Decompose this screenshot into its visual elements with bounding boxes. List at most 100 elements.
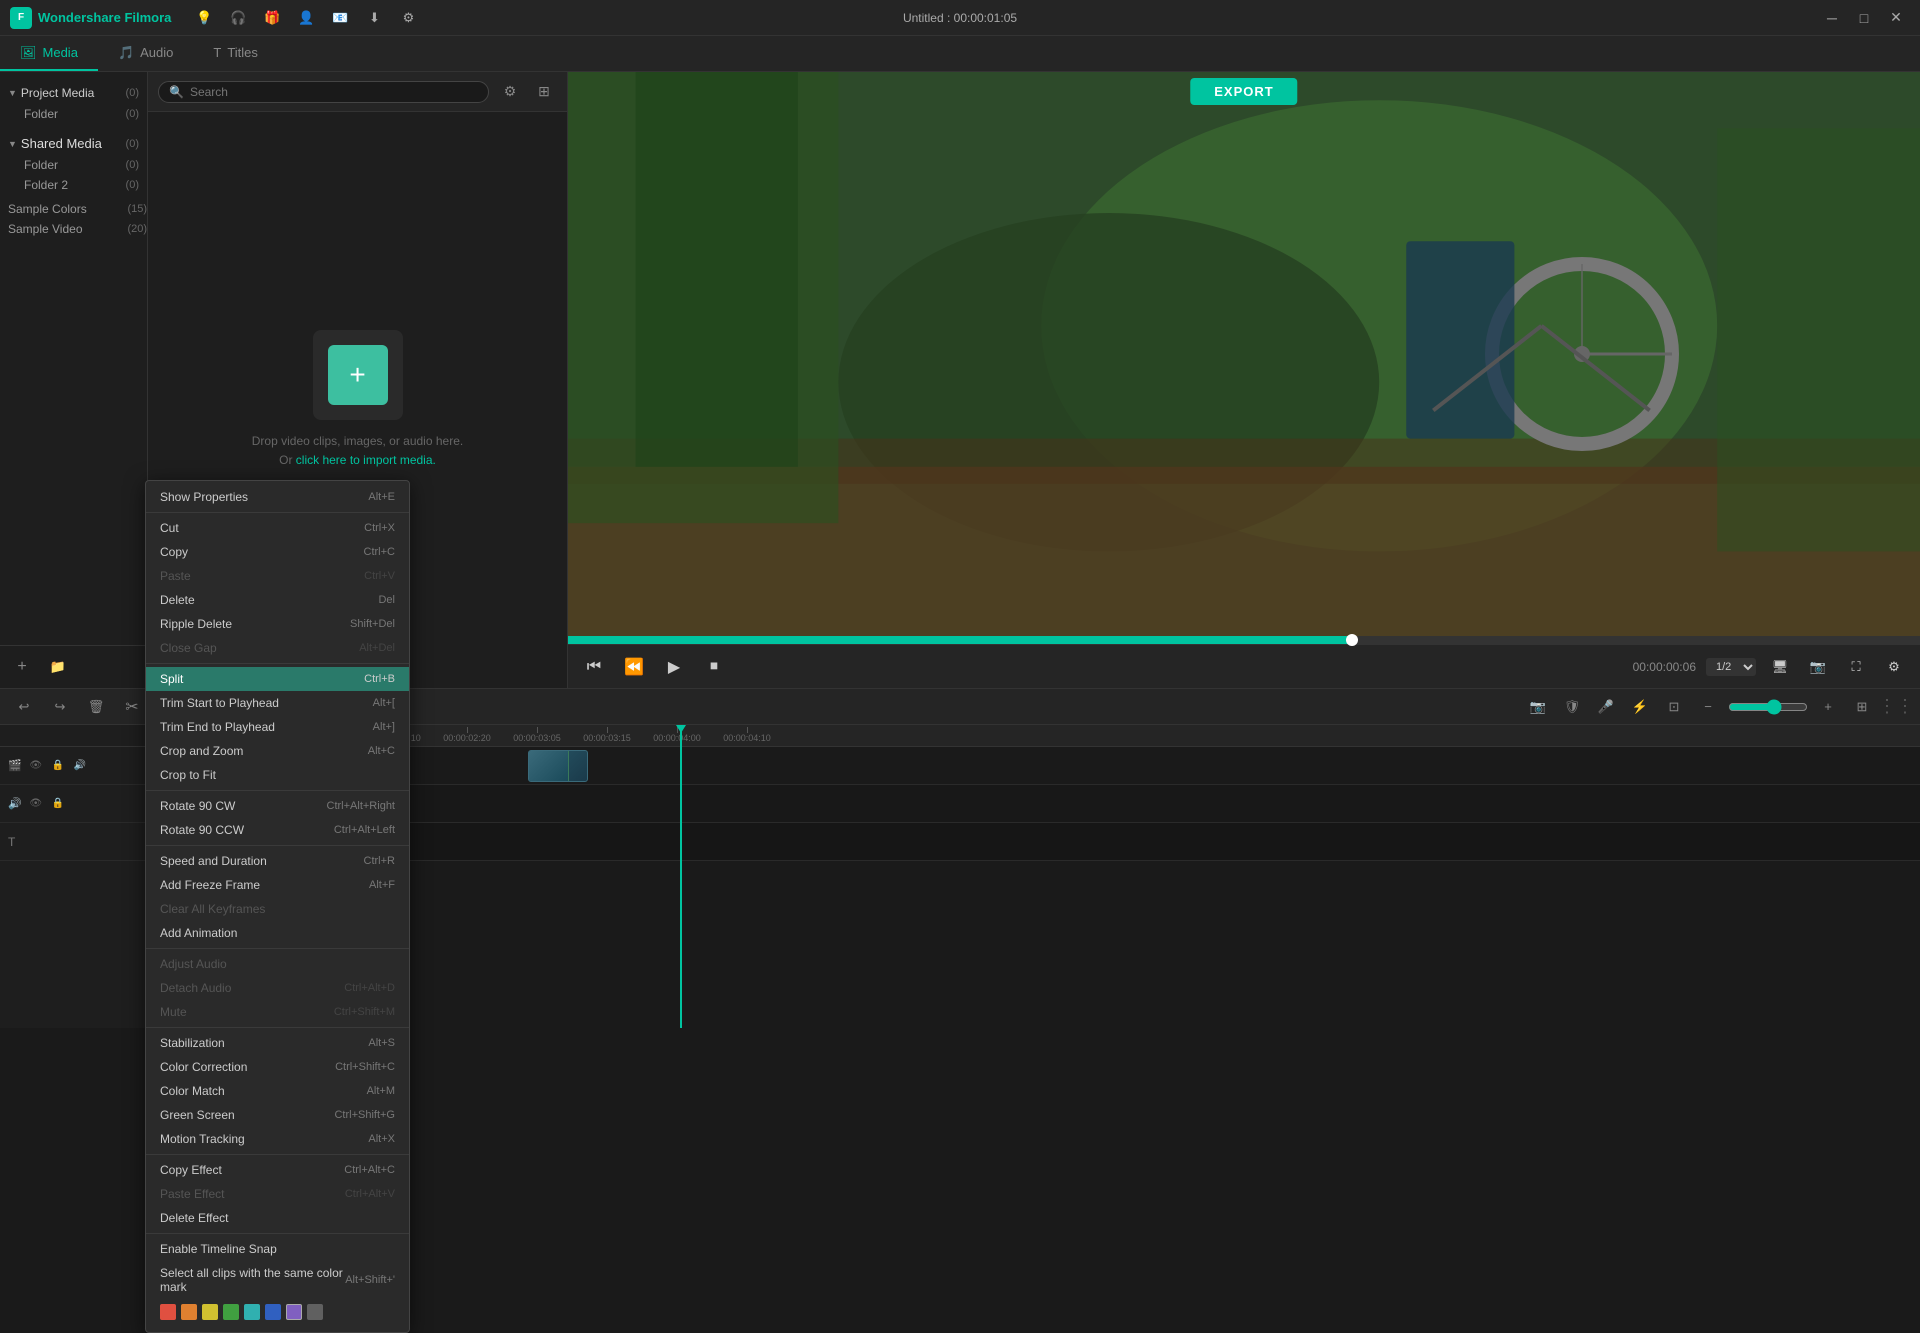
cm-copy-effect[interactable]: Copy Effect Ctrl+Alt+C [146,1158,409,1182]
cm-paste[interactable]: Paste Ctrl+V [146,564,409,588]
tl-plus-zoom[interactable]: + [1814,694,1842,720]
tl-camera-btn[interactable]: 📷 [1524,694,1552,720]
shared-media-section[interactable]: ▼ Shared Media (0) Folder (0) Folder 2 (… [0,128,147,199]
mail-icon[interactable]: 📧 [327,5,353,31]
cm-rotate-ccw[interactable]: Rotate 90 CCW Ctrl+Alt+Left [146,818,409,842]
monitor-btn[interactable]: 🖥 [1766,653,1794,681]
export-button[interactable]: EXPORT [1190,78,1297,105]
audio-lock-btn[interactable]: 🔒 [50,796,66,812]
maximize-button[interactable]: □ [1850,7,1878,29]
video-progress-bar[interactable] [568,636,1920,644]
folder-add-btn[interactable]: 📁 [44,654,72,680]
cm-select-color-mark[interactable]: Select all clips with the same color mar… [146,1261,409,1299]
cm-color-match[interactable]: Color Match Alt+M [146,1079,409,1103]
cm-cut[interactable]: Cut Ctrl+X [146,516,409,540]
settings2-btn[interactable]: ⚙ [1880,653,1908,681]
swatch-purple[interactable] [286,1304,302,1320]
user-icon[interactable]: 👤 [293,5,319,31]
cm-green-screen[interactable]: Green Screen Ctrl+Shift+G [146,1103,409,1127]
swatch-teal[interactable] [244,1304,260,1320]
fullscreen-btn[interactable]: ⛶ [1842,653,1870,681]
tab-titles[interactable]: T Titles [193,36,278,71]
add-media-btn[interactable]: + [8,654,36,680]
play-btn[interactable]: ▶ [660,653,688,681]
search-box[interactable]: 🔍 [158,81,489,103]
cm-rotate-cw[interactable]: Rotate 90 CW Ctrl+Alt+Right [146,794,409,818]
cm-detach-audio[interactable]: Detach Audio Ctrl+Alt+D [146,976,409,1000]
grid-view-btn[interactable]: ⊞ [531,79,557,105]
cm-show-properties[interactable]: Show Properties Alt+E [146,485,409,509]
frame-back-btn[interactable]: ⏪ [620,653,648,681]
quality-selector[interactable]: 1/2 1/4 Full [1706,658,1756,676]
cm-split[interactable]: Split Ctrl+B [146,667,409,691]
delete-tl-btn[interactable]: 🗑 [82,694,110,720]
cm-enable-snap[interactable]: Enable Timeline Snap [146,1237,409,1261]
sample-video-item[interactable]: Sample Video (20) [0,219,147,239]
headphone-icon[interactable]: 🎧 [225,5,251,31]
cm-ripple-delete[interactable]: Ripple Delete Shift+Del [146,612,409,636]
import-link[interactable]: click here to import media. [296,453,436,467]
cm-color-correction[interactable]: Color Correction Ctrl+Shift+C [146,1055,409,1079]
audio-eye-btn[interactable]: 👁 [28,796,44,812]
minimize-button[interactable]: ─ [1818,7,1846,29]
video-lock-btn[interactable]: 🔒 [50,758,66,774]
tl-fit-btn[interactable]: ⊞ [1848,694,1876,720]
cm-trim-end[interactable]: Trim End to Playhead Alt+] [146,715,409,739]
cm-trim-start[interactable]: Trim Start to Playhead Alt+[ [146,691,409,715]
cm-freeze-frame[interactable]: Add Freeze Frame Alt+F [146,873,409,897]
screenshot-btn[interactable]: 📷 [1804,653,1832,681]
swatch-blue[interactable] [265,1304,281,1320]
sample-colors-item[interactable]: Sample Colors (15) [0,199,147,219]
zoom-slider[interactable] [1728,699,1808,715]
cm-stabilization[interactable]: Stabilization Alt+S [146,1031,409,1055]
swatch-gray[interactable] [307,1304,323,1320]
video-clip-2[interactable] [528,750,588,782]
gift-icon[interactable]: 🎁 [259,5,285,31]
cm-crop-zoom[interactable]: Crop and Zoom Alt+C [146,739,409,763]
folder-2-item[interactable]: Folder 2 (0) [8,175,139,195]
tl-crop-btn[interactable]: ⊡ [1660,694,1688,720]
swatch-orange[interactable] [181,1304,197,1320]
folder-item-1[interactable]: Folder (0) [8,104,139,124]
search-input[interactable] [190,85,478,99]
audio-track-row[interactable] [148,785,1920,823]
settings-icon[interactable]: ⚙ [395,5,421,31]
cm-add-animation[interactable]: Add Animation [146,921,409,945]
split-tl-btn[interactable]: ✂ [118,694,146,720]
timeline-handle[interactable] [1346,634,1358,646]
download-icon[interactable]: ⬇ [361,5,387,31]
video-eye-btn[interactable]: 👁 [28,758,44,774]
cm-copy[interactable]: Copy Ctrl+C [146,540,409,564]
swatch-yellow[interactable] [202,1304,218,1320]
text-track-row[interactable] [148,823,1920,861]
close-button[interactable]: ✕ [1882,7,1910,29]
filter-btn[interactable]: ⚙ [497,79,523,105]
skip-back-btn[interactable]: ⏮ [580,653,608,681]
tl-speed-btn[interactable]: ⚡ [1626,694,1654,720]
tab-media[interactable]: 🖼 Media [0,36,98,71]
tab-audio[interactable]: 🎵 Audio [98,36,193,71]
cm-close-gap[interactable]: Close Gap Alt+Del [146,636,409,660]
video-audio-btn[interactable]: 🔊 [72,758,88,774]
redo-btn[interactable]: ↪ [46,694,74,720]
light-icon[interactable]: 💡 [191,5,217,31]
project-media-section[interactable]: ▼ Project Media (0) Folder (0) [0,78,147,128]
tl-shield-btn[interactable]: 🛡 [1558,694,1586,720]
timeline-tracks[interactable]: 00:00:01:05 00:00:01:15 00:00:02:00 [148,725,1920,1028]
swatch-green[interactable] [223,1304,239,1320]
cm-delete[interactable]: Delete Del [146,588,409,612]
cm-speed-duration[interactable]: Speed and Duration Ctrl+R [146,849,409,873]
video-track-row[interactable]: Travel 01... [148,747,1920,785]
cm-crop-fit[interactable]: Crop to Fit [146,763,409,787]
tl-minus-zoom[interactable]: − [1694,694,1722,720]
cm-paste-effect[interactable]: Paste Effect Ctrl+Alt+V [146,1182,409,1206]
swatch-red[interactable] [160,1304,176,1320]
tl-mic-btn[interactable]: 🎤 [1592,694,1620,720]
stop-btn[interactable]: ⏹ [700,653,728,681]
cm-delete-effect[interactable]: Delete Effect [146,1206,409,1230]
cm-mute[interactable]: Mute Ctrl+Shift+M [146,1000,409,1024]
cm-adjust-audio[interactable]: Adjust Audio [146,952,409,976]
tl-divider-drag[interactable]: ⋮⋮ [1882,694,1910,720]
undo-btn[interactable]: ↩ [10,694,38,720]
shared-folder-item[interactable]: Folder (0) [8,155,139,175]
